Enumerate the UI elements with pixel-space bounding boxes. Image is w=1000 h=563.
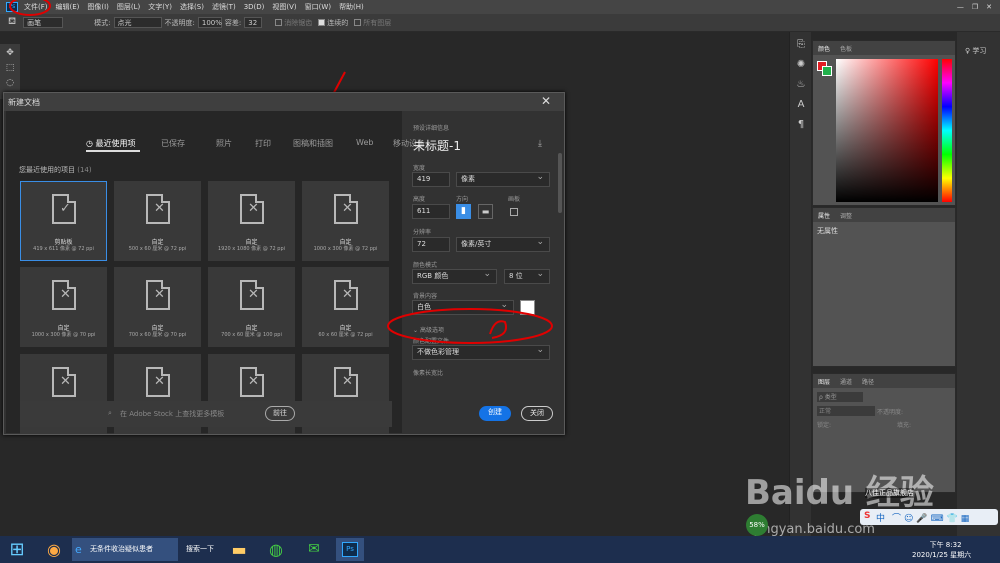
clock-time: 下午 8:32 [929, 541, 962, 549]
ime-mode[interactable]: 中 [876, 511, 885, 524]
ime-tool-icons[interactable]: ⌒☺🎤⌨👕▦ [892, 511, 972, 524]
ime-toolbar: S 中 ⌒☺🎤⌨👕▦ [860, 509, 998, 525]
wechat-icon[interactable]: ✉ [300, 538, 328, 561]
watermark-author: 八佳正品旗舰店 [865, 488, 914, 498]
clock[interactable]: 下午 8:32 2020/1/25 星期六 [912, 540, 971, 560]
chrome-icon[interactable]: ◍ [262, 538, 290, 561]
ie-icon: e [75, 543, 82, 556]
red-annotation-circle-bg [387, 308, 553, 344]
file-explorer-icon[interactable]: ▬ [226, 538, 252, 561]
photoshop-taskbar-icon: Ps [342, 542, 358, 557]
red-annotation-dropdown-mark [489, 320, 508, 339]
sogou-icon[interactable]: S [864, 511, 870, 521]
taskbar-photoshop[interactable]: Ps [336, 538, 364, 561]
qq-icon[interactable]: ◉ [40, 538, 68, 561]
watermark-url: jingyan.baidu.com [755, 522, 875, 537]
clock-date: 2020/1/25 星期六 [912, 551, 972, 559]
taskbar-browser-label: 无条件收治疑似患者 [90, 545, 153, 553]
battery-indicator[interactable]: 58% [746, 514, 768, 536]
taskbar-search[interactable]: 搜索一下 [180, 538, 220, 561]
taskbar-browser-item[interactable]: e 无条件收治疑似患者 [72, 538, 178, 561]
start-button-icon[interactable]: ⊞ [4, 538, 30, 561]
baidu-watermark: Baidu 经验 jingyan.baidu.com 八佳正品旗舰店 [745, 455, 945, 537]
windows-taskbar: ⊞ ◉ e 无条件收治疑似患者 搜索一下 ▬ ◍ ✉ Ps 下午 8:32 20… [0, 536, 1000, 563]
